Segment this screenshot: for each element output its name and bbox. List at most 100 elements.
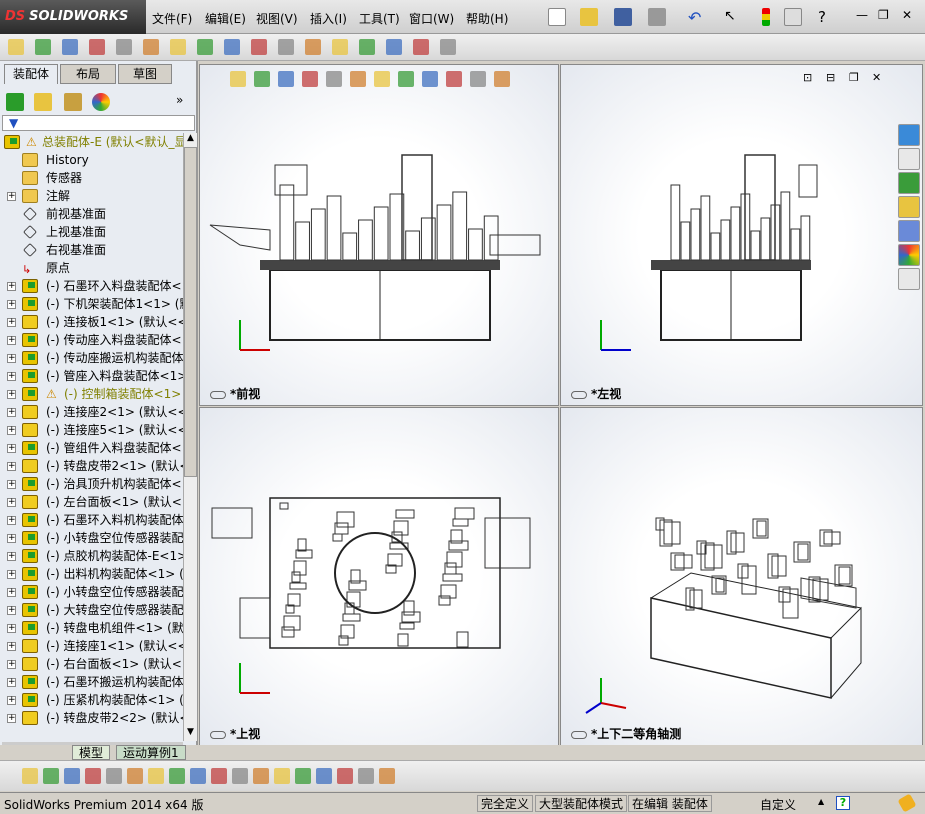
tree-item[interactable]: + (-) 连接座5<1> (默认<<默	[0, 421, 183, 439]
sketch-tool-icon-8[interactable]	[190, 768, 206, 784]
tree-item[interactable]: + (-) 石墨环搬运机构装配体	[0, 673, 183, 691]
feature-manager-icon[interactable]	[6, 93, 24, 111]
restore-icon[interactable]: ❐	[878, 8, 896, 26]
expand-icon[interactable]: +	[7, 678, 16, 687]
tree-item[interactable]: + (-) 转盘皮带2<2> (默认<	[0, 709, 183, 727]
filter-input[interactable]: ▼	[2, 115, 195, 131]
expand-icon[interactable]: +	[7, 552, 16, 561]
menu-0[interactable]: 文件(F)	[152, 10, 192, 27]
expand-icon[interactable]: +	[7, 534, 16, 543]
tree-root[interactable]: ⚠ 总装配体-E (默认<默认_显	[0, 133, 183, 151]
tree-item[interactable]: + (-) 转盘电机组件<1> (默	[0, 619, 183, 637]
tree-item[interactable]: ↳ 原点	[0, 259, 183, 277]
tree-item[interactable]: + (-) 传动座入料盘装配体<	[0, 331, 183, 349]
expand-icon[interactable]: +	[7, 444, 16, 453]
expand-icon[interactable]: +	[7, 624, 16, 633]
expand-icon[interactable]: +	[7, 372, 16, 381]
sketch-tool-icon-1[interactable]	[43, 768, 59, 784]
tree-item[interactable]: + (-) 管组件入料盘装配体<	[0, 439, 183, 457]
expand-icon[interactable]: +	[7, 570, 16, 579]
assembly-tool-icon-13[interactable]	[359, 39, 375, 55]
view-heads-up-tool-icon-8[interactable]	[422, 71, 438, 87]
units-up-arrow-icon[interactable]: ▲	[818, 797, 824, 806]
expand-icon[interactable]: +	[7, 192, 16, 201]
expand-icon[interactable]: +	[7, 462, 16, 471]
sketch-tool-icon-16[interactable]	[358, 768, 374, 784]
save-icon[interactable]	[614, 8, 632, 26]
tree-item[interactable]: + (-) 转盘皮带2<1> (默认<	[0, 457, 183, 475]
expand-icon[interactable]: +	[7, 354, 16, 363]
sketch-tool-icon-5[interactable]	[127, 768, 143, 784]
tree-item[interactable]: + 注解	[0, 187, 183, 205]
options-icon[interactable]	[784, 8, 802, 26]
tree-item[interactable]: + (-) 石墨环入料盘装配体<	[0, 277, 183, 295]
tab-assembly[interactable]: 装配体	[4, 64, 58, 84]
tree-item[interactable]: + (-) 小转盘空位传感器装配	[0, 583, 183, 601]
viewport-isometric[interactable]: *上下二等角轴测	[560, 407, 923, 746]
view-heads-up-tool-icon-0[interactable]	[230, 71, 246, 87]
menu-5[interactable]: 窗口(W)	[409, 10, 454, 27]
tab-motion-study[interactable]: 运动算例1	[116, 745, 186, 760]
expand-icon[interactable]: +	[7, 336, 16, 345]
assembly-tool-icon-8[interactable]	[224, 39, 240, 55]
view-heads-up-tool-icon-3[interactable]	[302, 71, 318, 87]
expand-chevron-icon[interactable]: »	[176, 93, 194, 111]
menu-6[interactable]: 帮助(H)	[466, 10, 508, 27]
tree-item[interactable]: + ⚠ (-) 控制箱装配体<1>	[0, 385, 183, 403]
expand-icon[interactable]: +	[7, 426, 16, 435]
display-manager-icon[interactable]	[92, 93, 110, 111]
open-icon[interactable]	[580, 8, 598, 26]
tag-icon[interactable]	[897, 793, 917, 813]
minimize-icon[interactable]: —	[856, 8, 874, 26]
expand-icon[interactable]: +	[7, 480, 16, 489]
tree-item[interactable]: + (-) 压紧机构装配体<1> (	[0, 691, 183, 709]
tree-item[interactable]: 前视基准面	[0, 205, 183, 223]
expand-icon[interactable]: +	[7, 300, 16, 309]
view-heads-up-tool-icon-4[interactable]	[326, 71, 342, 87]
assembly-tool-icon-9[interactable]	[251, 39, 267, 55]
sketch-tool-icon-2[interactable]	[64, 768, 80, 784]
sketch-tool-icon-15[interactable]	[337, 768, 353, 784]
viewport-close-icon[interactable]: ✕	[872, 71, 890, 89]
select-icon[interactable]: ↖	[724, 8, 742, 26]
tree-item[interactable]: + (-) 管座入料盘装配体<1>	[0, 367, 183, 385]
property-manager-icon[interactable]	[34, 93, 52, 111]
expand-icon[interactable]: +	[7, 660, 16, 669]
tree-item[interactable]: + (-) 连接座1<1> (默认<<默	[0, 637, 183, 655]
design-library-icon[interactable]	[898, 172, 920, 194]
resources-icon[interactable]	[898, 124, 920, 146]
view-heads-up-tool-icon-2[interactable]	[278, 71, 294, 87]
menu-1[interactable]: 编辑(E)	[205, 10, 246, 27]
tab-layout[interactable]: 布局	[60, 64, 116, 84]
sketch-tool-icon-17[interactable]	[379, 768, 395, 784]
help-status-icon[interactable]: ?	[836, 796, 850, 810]
expand-icon[interactable]: +	[7, 390, 16, 399]
viewport-left[interactable]: *左视 ⊡ ⊟ ❐ ✕	[560, 64, 923, 406]
appearances-icon[interactable]	[898, 244, 920, 266]
expand-icon[interactable]: +	[7, 588, 16, 597]
assembly-tool-icon-12[interactable]	[332, 39, 348, 55]
tree-item[interactable]: + (-) 出料机构装配体<1> (	[0, 565, 183, 583]
view-heads-up-tool-icon-7[interactable]	[398, 71, 414, 87]
expand-icon[interactable]: +	[7, 714, 16, 723]
assembly-tool-icon-5[interactable]	[143, 39, 159, 55]
tree-item[interactable]: 传感器	[0, 169, 183, 187]
tree-item[interactable]: + (-) 连接板1<1> (默认<<默	[0, 313, 183, 331]
expand-icon[interactable]: +	[7, 498, 16, 507]
tree-item[interactable]: + (-) 传动座搬运机构装配体	[0, 349, 183, 367]
expand-icon[interactable]: +	[7, 696, 16, 705]
tree-item[interactable]: + (-) 治具顶升机构装配体<	[0, 475, 183, 493]
tree-item[interactable]: History	[0, 151, 183, 169]
tree-item[interactable]: + (-) 石墨环入料机构装配体	[0, 511, 183, 529]
assembly-tool-icon-2[interactable]	[62, 39, 78, 55]
sketch-tool-icon-11[interactable]	[253, 768, 269, 784]
sketch-tool-icon-9[interactable]	[211, 768, 227, 784]
tree-item[interactable]: 右视基准面	[0, 241, 183, 259]
help-icon[interactable]: ?	[818, 8, 836, 26]
sketch-tool-icon-3[interactable]	[85, 768, 101, 784]
tree-item[interactable]: + (-) 左台面板<1> (默认<<	[0, 493, 183, 511]
configuration-manager-icon[interactable]	[64, 93, 82, 111]
tree-item[interactable]: + (-) 点胶机构装配体-E<1>	[0, 547, 183, 565]
solidworks-logo[interactable]: DS SOLIDWORKS	[0, 0, 146, 34]
sketch-tool-icon-6[interactable]	[148, 768, 164, 784]
